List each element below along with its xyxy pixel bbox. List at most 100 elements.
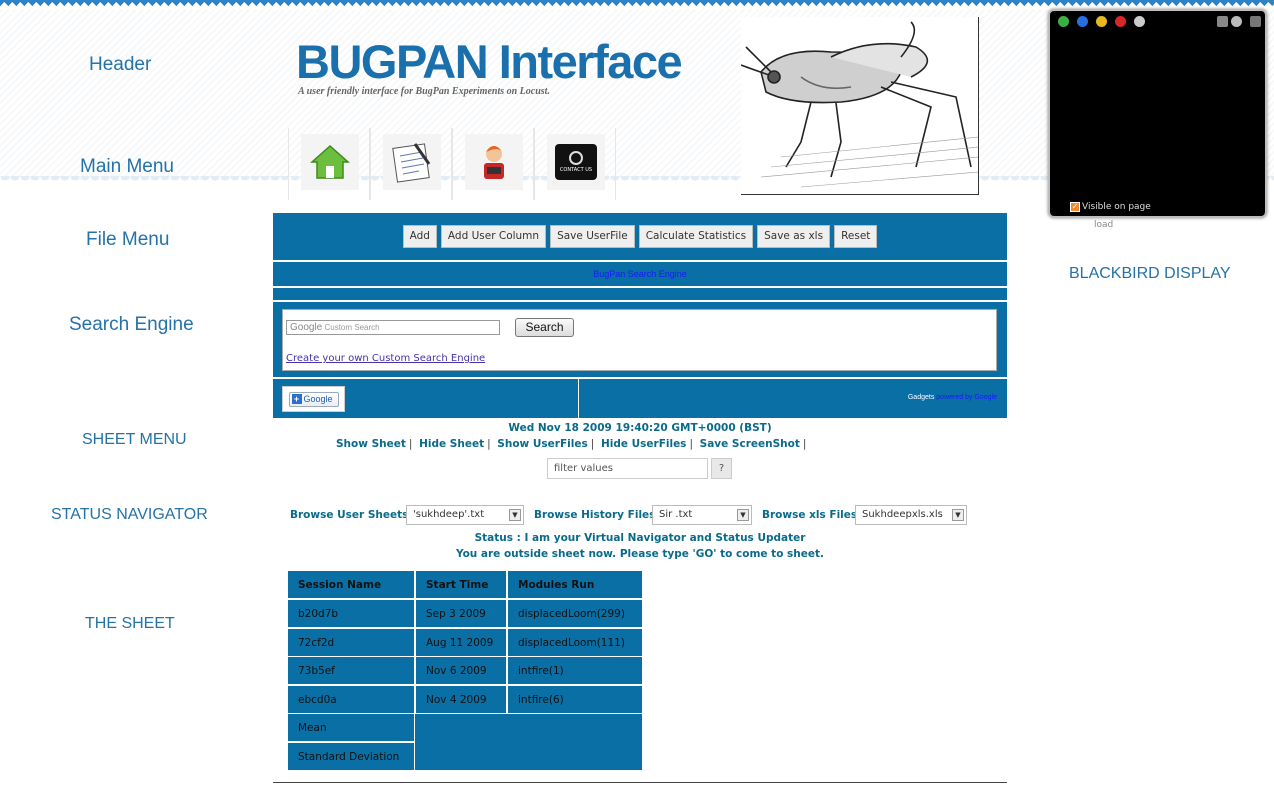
top-border-decoration [0, 0, 1274, 9]
visible-on-page-toggle[interactable]: ✓ Visible on page [1070, 202, 1151, 212]
cell-start-time[interactable]: Sep 3 2009 [416, 600, 506, 627]
header-session-name: Session Name [288, 571, 414, 598]
site-title: BUGPAN Interface [296, 35, 683, 88]
resize-icon[interactable] [1217, 16, 1228, 27]
browse-user-sheets-select[interactable]: 'sukhdeep'.txt ▼ [406, 505, 524, 525]
sheet-menu: Show Sheet | Hide Sheet | Show UserFiles | … [336, 438, 809, 450]
locust-illustration [741, 17, 979, 195]
user-icon[interactable] [465, 134, 523, 190]
standard-deviation-label: Standard Deviation [288, 743, 414, 770]
filter-help-button[interactable]: ? [711, 458, 732, 479]
error-filter-icon[interactable] [1115, 16, 1126, 27]
checkbox-icon[interactable]: ✓ [1070, 202, 1080, 212]
add-to-google-button[interactable]: + Google [282, 386, 345, 412]
search-box-container: Google Custom Search Search Create your … [282, 309, 997, 371]
browse-user-sheets-label: Browse User Sheets [290, 509, 409, 521]
cell-session[interactable]: 72cf2d [288, 629, 414, 656]
visible-on-page-label: Visible on page [1082, 202, 1151, 212]
add-to-google-label: Google [303, 393, 333, 404]
cell-start-time[interactable]: Nov 4 2009 [416, 686, 506, 713]
main-menu-contact[interactable]: CONTACT US [534, 128, 616, 200]
search-panel: Google Custom Search Search Create your … [273, 302, 1007, 377]
powered-by-google-link[interactable]: powered by Google [936, 394, 997, 401]
file-menu-bar: Add Add User Column Save UserFile Calcul… [273, 213, 1007, 260]
hide-sheet-link[interactable]: Hide Sheet [419, 438, 484, 450]
search-engine-title-bar: BugPan Search Engine [273, 262, 1007, 286]
add-user-column-button[interactable]: Add User Column [440, 225, 547, 248]
search-input[interactable]: Google Custom Search [286, 320, 500, 335]
show-userfiles-link[interactable]: Show UserFiles [497, 438, 587, 450]
plus-icon: + [291, 394, 302, 404]
dropdown-arrow-icon[interactable]: ▼ [737, 509, 749, 521]
cell-session[interactable]: 73b5ef [288, 657, 414, 684]
annotation-status-navigator: STATUS NAVIGATOR [51, 506, 208, 523]
save-screenshot-link[interactable]: Save ScreenShot [700, 438, 800, 450]
warning-filter-icon[interactable] [1096, 16, 1107, 27]
separator: | [590, 438, 595, 450]
gadgets-powered-by: Gadgets powered by Google [908, 394, 997, 401]
contact-us-label: CONTACT US [559, 167, 593, 173]
contact-us-icon[interactable]: CONTACT US [547, 134, 605, 190]
annotation-search-engine: Search Engine [69, 314, 194, 335]
google-watermark: Google [290, 322, 323, 333]
notepad-icon[interactable] [383, 134, 441, 190]
main-menu-user[interactable] [452, 128, 534, 200]
search-button[interactable]: Search [515, 318, 574, 337]
main-menu-notes[interactable] [370, 128, 452, 200]
browse-history-files-label: Browse History Files [534, 509, 656, 521]
browse-history-files-select[interactable]: Sir .txt ▼ [652, 505, 752, 525]
cell-modules[interactable]: displacedLoom(299) [508, 600, 642, 627]
separator: | [408, 438, 413, 450]
close-icon[interactable] [1250, 16, 1261, 27]
browse-user-sheets-value: 'sukhdeep'.txt [413, 509, 485, 520]
header-start-time: Start Time [416, 571, 506, 598]
save-as-xls-button[interactable]: Save as xls [757, 225, 831, 248]
clear-icon[interactable] [1231, 16, 1242, 27]
cell-start-time[interactable]: Aug 11 2009 [416, 629, 506, 656]
annotation-file-menu: File Menu [86, 229, 170, 250]
save-userfile-button[interactable]: Save UserFile [550, 225, 635, 248]
filter-input[interactable]: filter values [547, 458, 708, 479]
separator: | [689, 438, 693, 450]
site-subtitle: A user friendly interface for BugPan Exp… [298, 86, 550, 97]
status-message: Status : I am your Virtual Navigator and… [474, 532, 806, 544]
annotation-sheet-menu: SHEET MENU [82, 431, 187, 448]
gadget-bar: + Google Gadgets powered by Google [273, 379, 1007, 418]
cell-modules[interactable]: displacedLoom(111) [508, 629, 642, 656]
current-datetime: Wed Nov 18 2009 19:40:20 GMT+0000 (BST) [508, 422, 772, 434]
dropdown-arrow-icon[interactable]: ▼ [509, 509, 521, 521]
cell-session[interactable]: b20d7b [288, 600, 414, 627]
main-menu-home[interactable] [288, 128, 370, 200]
cell-modules[interactable]: intfire(1) [508, 657, 642, 684]
blackbird-console: ✓ Visible on page [1048, 9, 1267, 218]
cell-session[interactable]: ebcd0a [288, 686, 414, 713]
gadgets-label: Gadgets [907, 394, 935, 401]
browse-history-files-value: Sir .txt [659, 509, 693, 520]
info-filter-icon[interactable] [1077, 16, 1088, 27]
home-icon[interactable] [301, 134, 359, 190]
annotation-blackbird-display: BLACKBIRD DISPLAY [1069, 265, 1231, 282]
cell-modules[interactable]: intfire(6) [508, 686, 642, 713]
search-divider-bar [273, 288, 1007, 300]
browse-xls-files-label: Browse xls Files [762, 509, 858, 521]
ok-filter-icon[interactable] [1058, 16, 1069, 27]
add-button[interactable]: Add [402, 225, 437, 248]
create-search-engine-link[interactable]: Create your own Custom Search Engine [286, 353, 485, 364]
profile-filter-icon[interactable] [1134, 16, 1145, 27]
hide-userfiles-link[interactable]: Hide UserFiles [601, 438, 687, 450]
search-placeholder: Custom Search [324, 323, 380, 332]
status-instruction: You are outside sheet now. Please type '… [455, 548, 825, 560]
locust-icon [741, 21, 978, 188]
browse-xls-files-select[interactable]: Sukhdeepxls.xls ▼ [855, 505, 967, 525]
annotation-main-menu: Main Menu [80, 156, 174, 177]
reset-button[interactable]: Reset [834, 225, 878, 248]
mean-label: Mean [288, 714, 414, 741]
cell-start-time[interactable]: Nov 6 2009 [416, 657, 506, 684]
calculate-statistics-button[interactable]: Calculate Statistics [638, 225, 754, 248]
dropdown-arrow-icon[interactable]: ▼ [952, 509, 964, 521]
show-sheet-link[interactable]: Show Sheet [336, 438, 406, 450]
statistics-result-area [415, 714, 642, 770]
search-engine-title: BugPan Search Engine [593, 269, 687, 279]
annotation-the-sheet: THE SHEET [85, 615, 175, 632]
header-modules-run: Modules Run [508, 571, 642, 598]
